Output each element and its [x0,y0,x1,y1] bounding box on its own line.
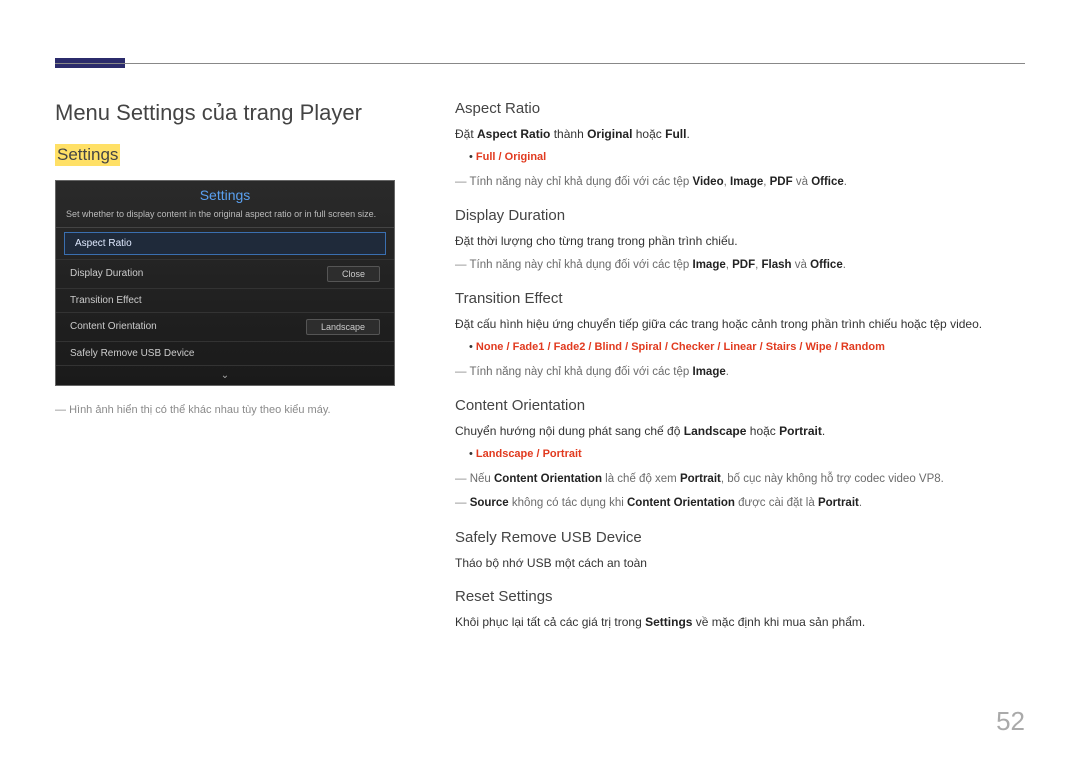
settings-highlight: Settings [55,144,120,166]
option-separator: / [714,341,723,353]
option-value: Wipe [805,341,831,353]
panel-item-aspect-ratio[interactable]: Aspect Ratio [64,232,386,255]
option-value: None [476,341,504,353]
panel-item-label: Transition Effect [70,295,142,306]
panel-item-label: Content Orientation [70,321,157,332]
option-separator: / [622,341,631,353]
section-heading: Safely Remove USB Device [455,529,1025,546]
panel-item-label: Aspect Ratio [75,238,132,249]
section-line: Đặt thời lượng cho từng trang trong phần… [455,232,1025,250]
panel-item-safely-remove-usb[interactable]: Safely Remove USB Device [56,341,394,365]
option-list: None / Fade1 / Fade2 / Blind / Spiral / … [455,339,1025,357]
option-separator: / [832,341,841,353]
section-heading: Transition Effect [455,290,1025,307]
option-value: Linear [724,341,757,353]
section-note: Nếu Content Orientation là chế độ xem Po… [455,470,1025,488]
section-heading: Content Orientation [455,397,1025,414]
header-rule [55,63,1025,64]
section-note: Tính năng này chỉ khả dụng đối với các t… [455,363,1025,381]
option-list: Full / Original [455,149,1025,167]
option-value: Spiral [631,341,662,353]
section-line: Chuyển hướng nội dung phát sang chế độ L… [455,422,1025,440]
option-list: Landscape / Portrait [455,446,1025,464]
section-safely-remove: Safely Remove USB Device Tháo bộ nhớ USB… [455,529,1025,572]
panel-item-value[interactable]: Landscape [306,319,380,335]
option-separator: / [503,341,512,353]
option-separator: / [585,341,594,353]
image-disclaimer-note: Hình ảnh hiển thị có thể khác nhau tùy t… [55,404,415,416]
section-line: Khôi phục lại tất cả các giá trị trong S… [455,613,1025,631]
option-separator: / [662,341,671,353]
section-line: Đặt cấu hình hiệu ứng chuyển tiếp giữa c… [455,315,1025,333]
panel-item-label: Display Duration [70,268,143,279]
panel-scroll-down-icon[interactable]: ⌄ [56,365,394,385]
section-note: Tính năng này chỉ khả dụng đối với các t… [455,256,1025,274]
option-separator: / [544,341,553,353]
panel-item-value[interactable]: Close [327,266,380,282]
panel-item-content-orientation[interactable]: Content Orientation Landscape [56,312,394,341]
settings-panel: Settings Set whether to display content … [55,180,395,386]
section-display-duration: Display Duration Đặt thời lượng cho từng… [455,207,1025,274]
left-column: Menu Settings của trang Player Settings … [55,100,415,647]
section-note: Source không có tác dụng khi Content Ori… [455,494,1025,512]
section-heading: Reset Settings [455,588,1025,605]
option-value: Blind [595,341,623,353]
section-line: Tháo bộ nhớ USB một cách an toàn [455,554,1025,572]
panel-item-display-duration[interactable]: Display Duration Close [56,259,394,288]
page-title: Menu Settings của trang Player [55,100,415,126]
section-heading: Aspect Ratio [455,100,1025,117]
option-value: Checker [671,341,714,353]
list-item: None / Fade1 / Fade2 / Blind / Spiral / … [469,339,1025,357]
panel-title: Settings [56,181,394,207]
option-separator: / [757,341,766,353]
option-value: Stairs [766,341,797,353]
page-content: Menu Settings của trang Player Settings … [55,100,1025,647]
section-aspect-ratio: Aspect Ratio Đặt Aspect Ratio thành Orig… [455,100,1025,191]
section-content-orientation: Content Orientation Chuyển hướng nội dun… [455,397,1025,512]
right-column: Aspect Ratio Đặt Aspect Ratio thành Orig… [455,100,1025,647]
section-line: Đặt Aspect Ratio thành Original hoặc Ful… [455,125,1025,143]
page-number: 52 [996,706,1025,737]
option-value: Random [841,341,885,353]
panel-item-transition-effect[interactable]: Transition Effect [56,288,394,312]
panel-description: Set whether to display content in the or… [56,207,394,228]
section-note: Tính năng này chỉ khả dụng đối với các t… [455,173,1025,191]
list-item: Landscape / Portrait [469,446,1025,464]
list-item: Full / Original [469,149,1025,167]
panel-item-label: Safely Remove USB Device [70,348,195,359]
section-transition-effect: Transition Effect Đặt cấu hình hiệu ứng … [455,290,1025,381]
option-value: Fade1 [513,341,545,353]
option-value: Fade2 [554,341,586,353]
section-reset-settings: Reset Settings Khôi phục lại tất cả các … [455,588,1025,631]
section-heading: Display Duration [455,207,1025,224]
